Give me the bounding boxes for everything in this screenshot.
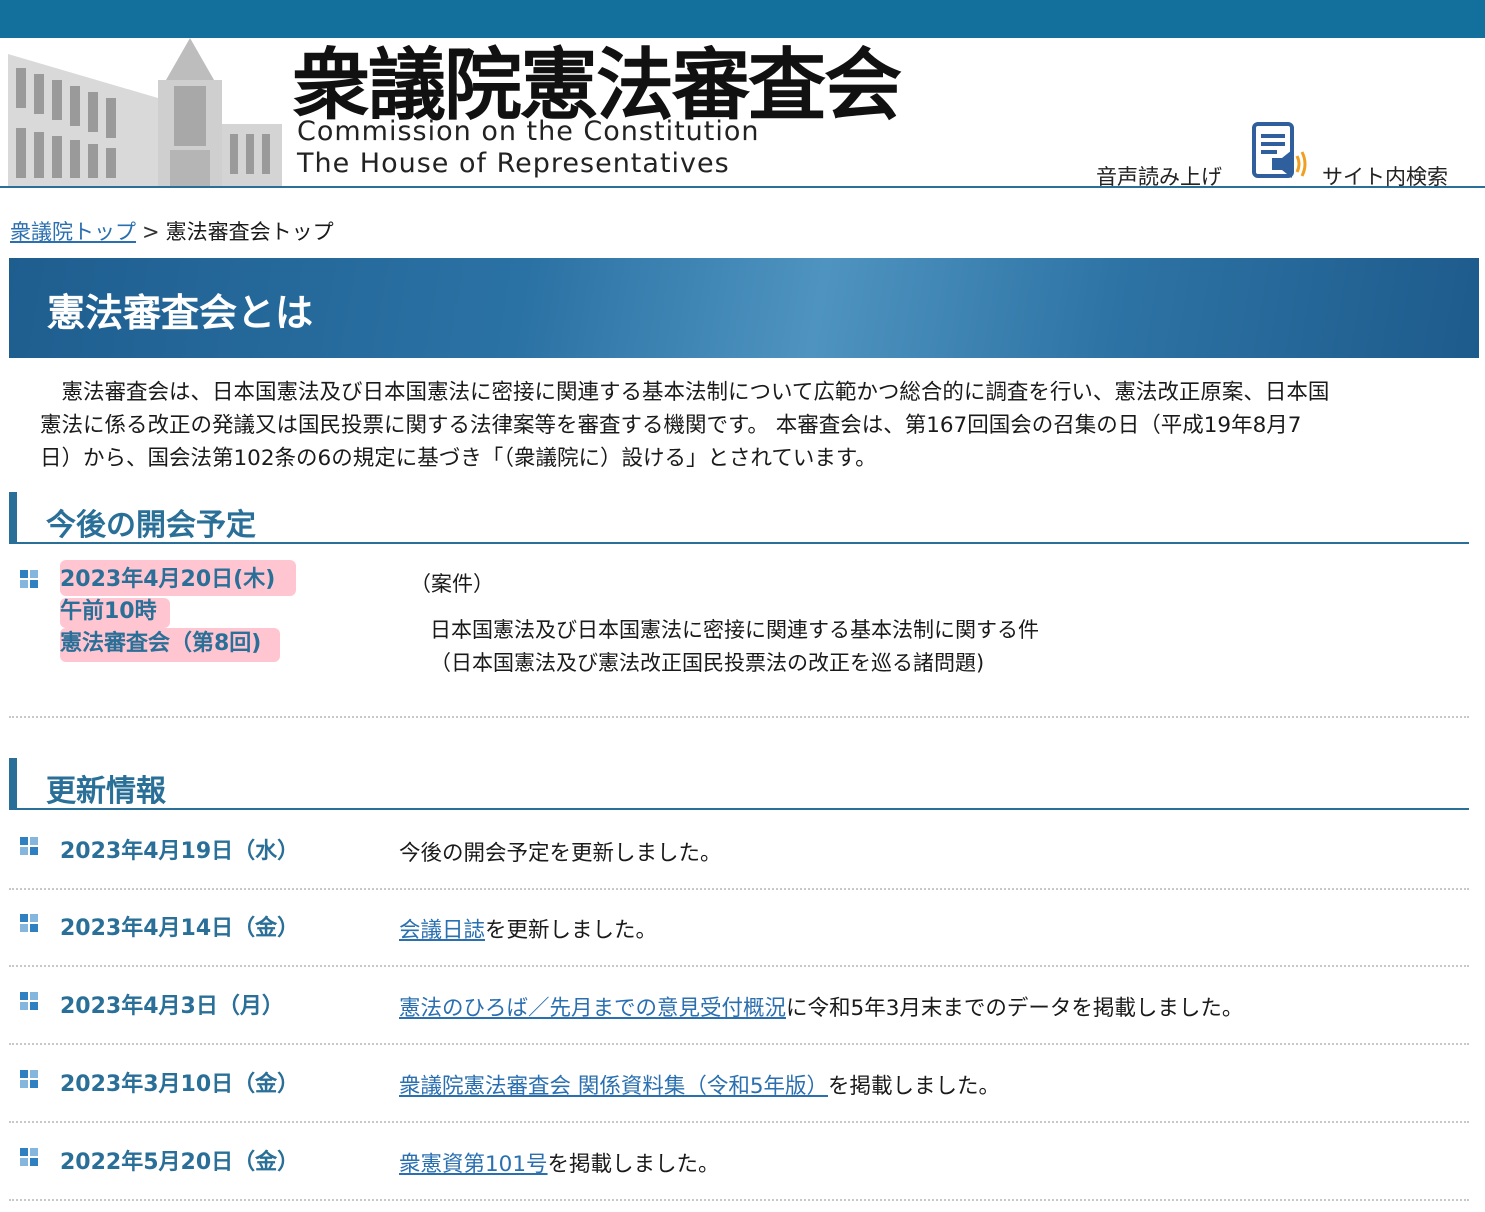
schedule-time: 午前10時 [60,599,157,624]
page-title: 憲法審査会とは [47,291,314,335]
case-label: （案件） [410,572,494,596]
breadcrumb-separator: > [142,220,160,244]
bullet-square-icon [20,837,38,855]
intro-line: 憲法に係る改正の発議又は国民投票に関する法律案等を審査する機関です。 本審査会は… [40,413,1302,438]
divider [9,888,1469,890]
site-header: 衆議院憲法審査会 Commission on the Constitution … [0,38,1485,191]
heading-accent-bar [9,758,17,810]
update-text: を掲載しました。 [547,1152,720,1177]
breadcrumb: 衆議院トップ > 憲法審査会トップ [10,216,334,246]
updates-heading-label: 更新情報 [46,774,166,809]
intro-paragraph: 憲法審査会は、日本国憲法及び日本国憲法に密接に関連する基本法制について広範かつ総… [40,376,1480,475]
update-link[interactable]: 会議日誌 [399,918,485,943]
site-title-english-line1: Commission on the Constitution [297,116,760,147]
breadcrumb-home-link[interactable]: 衆議院トップ [10,220,136,244]
divider [9,965,1469,967]
update-item: 衆議院憲法審査会 関係資料集（令和5年版）を掲載しました。 [399,1069,1000,1100]
case-subject-note: （日本国憲法及び憲法改正国民投票法の改正を巡る諸問題) [430,651,985,675]
update-date: 2023年4月14日（金） [60,916,300,941]
diet-building-logo[interactable] [8,38,290,186]
schedule-heading-label: 今後の開会予定 [46,508,256,543]
update-text: 今後の開会予定を更新しました。 [399,841,722,866]
schedule-section-heading: 今後の開会予定 [9,492,1469,544]
update-date: 2022年5月20日（金） [60,1150,300,1175]
update-link[interactable]: 衆議院憲法審査会 関係資料集（令和5年版） [399,1074,828,1099]
divider [9,1121,1469,1123]
bullet-square-icon [20,570,38,588]
update-link[interactable]: 衆憲資第101号 [399,1152,548,1177]
breadcrumb-current: 憲法審査会トップ [165,220,334,244]
intro-line: 日）から、国会法第102条の6の規定に基づき「（衆議院に）設ける」とされています… [40,446,877,471]
hero-banner: 憲法審査会とは [9,258,1479,358]
update-text: に令和5年3月末までのデータを掲載しました。 [786,996,1244,1021]
update-item: 衆憲資第101号を掲載しました。 [399,1147,720,1178]
site-search-link[interactable]: サイト内検索 [1322,161,1448,191]
schedule-date: 2023年4月20日(木) [60,567,276,592]
schedule-meeting: 憲法審査会（第8回) [60,631,262,656]
bullet-square-icon [20,914,38,932]
update-date: 2023年4月3日（月） [60,994,284,1019]
voice-readout-link[interactable]: 音声読み上げ [1096,161,1222,191]
update-date: 2023年3月10日（金） [60,1072,300,1097]
speaker-icon[interactable] [1250,120,1314,184]
site-title-english-line2: The House of Representatives [297,148,730,179]
divider [9,1043,1469,1045]
update-item: 会議日誌を更新しました。 [399,913,657,944]
case-subject: 日本国憲法及び日本国憲法に密接に関連する基本法制に関する件 [430,618,1039,642]
update-date: 2023年4月19日（水） [60,839,300,864]
update-item: 憲法のひろば／先月までの意見受付概況に令和5年3月末までのデータを掲載しました。 [399,991,1243,1022]
bullet-square-icon [20,1070,38,1088]
intro-line: 憲法審査会は、日本国憲法及び日本国憲法に密接に関連する基本法制について広範かつ総… [40,380,1330,405]
update-text: を更新しました。 [485,918,658,943]
bullet-square-icon [20,992,38,1010]
heading-accent-bar [9,492,17,544]
top-bar [0,0,1485,38]
divider [9,716,1469,718]
update-link[interactable]: 憲法のひろば／先月までの意見受付概況 [399,996,786,1021]
updates-section-heading: 更新情報 [9,758,1469,810]
update-item: 今後の開会予定を更新しました。 [399,836,722,867]
update-text: を掲載しました。 [828,1074,1001,1099]
divider [9,1199,1469,1201]
bullet-square-icon [20,1148,38,1166]
